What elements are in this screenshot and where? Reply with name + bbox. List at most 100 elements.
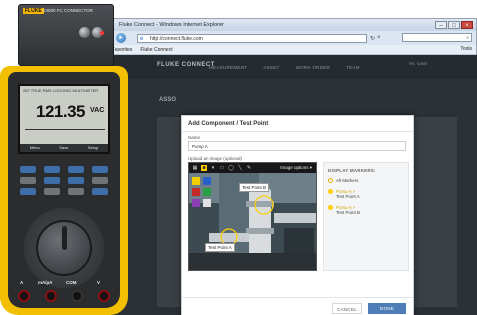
address-actions: ↻ × <box>370 35 381 42</box>
test-point-a-tag[interactable]: Test Point A <box>205 243 235 252</box>
ie-icon: e <box>140 35 144 42</box>
window-titlebar: Fluke Connect - Windows Internet Explore… <box>97 19 476 31</box>
app-logo: FLUKE CONNECT <box>157 62 215 68</box>
nav-team[interactable]: TEAM <box>346 65 360 70</box>
search-icon: ⌕ <box>466 35 469 41</box>
soft-key[interactable] <box>44 166 60 173</box>
display-markers-panel: DISPLAY MARKERS: All Markers Pump A > Tes… <box>323 162 409 271</box>
window-controls: – □ × <box>435 21 473 29</box>
softkey-labels: Menu Save Setup <box>20 144 108 152</box>
function-key[interactable] <box>68 188 84 195</box>
meter-display: 287 TRUE RMS LOGGING MULTIMETER 121.35 V… <box>18 84 110 154</box>
connector-brand: FLUKE <box>23 8 44 14</box>
circle-tool-icon[interactable]: ◯ <box>228 165 234 171</box>
user-menu[interactable]: Hi, User <box>409 61 428 67</box>
image-toolbar: ▦ ■ ▾ □ ◯ ╲ ✎ Image options ▾ <box>189 163 316 173</box>
dialog-title: Add Component / Test Point <box>188 121 269 127</box>
connector-knob-icon <box>79 27 90 38</box>
swatch-yellow[interactable] <box>192 177 200 185</box>
input-jacks <box>18 290 110 302</box>
image-options-dropdown[interactable]: Image options ▾ <box>280 165 312 171</box>
status-led-icon <box>100 31 104 35</box>
jack-label-a: A <box>20 280 24 285</box>
multimeter: FLUKE ir3000 FC CONNECTOR 287 TRUE RMS L… <box>0 0 128 315</box>
app-header: FLUKE CONNECT MEASUREMENT ASSET WORK ORD… <box>97 55 477 79</box>
marker-test-point-a[interactable]: Pump A > Test Point A <box>328 188 404 200</box>
marker-text: Pump A > Test Point A <box>336 189 360 200</box>
function-key[interactable] <box>92 177 108 184</box>
divider <box>182 131 413 132</box>
swatch-purple[interactable] <box>192 199 200 207</box>
marker-label: Test Point A <box>336 194 360 199</box>
window-title: Fluke Connect - Windows Internet Explore… <box>119 22 224 28</box>
cancel-button[interactable]: CANCEL <box>332 303 362 314</box>
soft-key[interactable] <box>68 166 84 173</box>
page-subheading: ASSO <box>159 97 177 103</box>
color-tool-icon[interactable]: ■ <box>201 165 207 171</box>
bargraph <box>25 126 105 130</box>
close-icon[interactable]: × <box>461 21 473 29</box>
marker-dot-icon <box>328 178 333 183</box>
address-bar[interactable]: e http://connect.fluke.com <box>137 33 367 43</box>
swatch-red[interactable] <box>192 188 200 196</box>
marker-all[interactable]: All Markers <box>328 178 404 184</box>
divider <box>182 297 413 298</box>
marker-dot-icon <box>328 204 333 210</box>
soft-key[interactable] <box>92 166 108 173</box>
markers-heading: DISPLAY MARKERS: <box>328 168 376 173</box>
jack-a[interactable] <box>18 290 30 302</box>
grid-tool-icon[interactable]: ▦ <box>192 165 198 171</box>
nav-work-order[interactable]: WORK ORDER <box>296 65 331 70</box>
rectangle-tool-icon[interactable]: □ <box>219 165 225 171</box>
jack-label-v: V <box>97 280 101 285</box>
dropdown-tool-icon[interactable]: ▾ <box>210 165 216 171</box>
rotary-dial[interactable] <box>36 220 92 276</box>
jack-ma[interactable] <box>44 290 57 302</box>
pencil-tool-icon[interactable]: ✎ <box>246 165 252 171</box>
nav-asset[interactable]: ASSET <box>263 65 279 70</box>
soft-key[interactable] <box>20 166 36 173</box>
softkey-label: Setup <box>87 145 99 150</box>
image-editor[interactable]: ▦ ■ ▾ □ ◯ ╲ ✎ Image options ▾ Test Point… <box>188 162 317 271</box>
stop-icon[interactable]: × <box>377 35 381 42</box>
softkey-label: Save <box>59 145 69 150</box>
marker-dot-icon <box>328 188 333 194</box>
swatch-green[interactable] <box>203 188 211 196</box>
add-component-dialog: Add Component / Test Point Name Pump A U… <box>181 115 414 315</box>
display-reading: 121.35 <box>36 102 86 121</box>
page-content: FLUKE CONNECT MEASUREMENT ASSET WORK ORD… <box>97 55 477 315</box>
marker-text: Pump A > Test Point B <box>336 205 360 216</box>
address-url: http://connect.fluke.com <box>150 35 203 42</box>
function-key[interactable] <box>44 188 60 195</box>
app-nav: MEASUREMENT ASSET WORK ORDER TEAM <box>209 65 360 70</box>
jack-label-ma: mA/µA <box>38 280 53 285</box>
composite-image: Fluke Connect - Windows Internet Explore… <box>0 0 477 315</box>
arrow-key[interactable] <box>44 177 60 184</box>
arrow-key[interactable] <box>68 177 84 184</box>
swatch-white[interactable] <box>203 199 211 207</box>
function-key[interactable] <box>20 188 36 195</box>
swatch-blue[interactable] <box>203 177 211 185</box>
display-unit: VAC <box>90 107 105 114</box>
address-row: ◂ ▸ e http://connect.fluke.com ↻ × ⌕ <box>97 31 476 45</box>
function-key[interactable] <box>20 177 36 184</box>
jack-v[interactable] <box>97 290 110 302</box>
minimize-icon[interactable]: – <box>435 21 447 29</box>
test-point-b-tag[interactable]: Test Point B <box>239 183 270 192</box>
marker-label: Test Point B <box>336 210 361 215</box>
browser-tab[interactable]: Fluke Connect <box>140 47 172 53</box>
softkey-label: Menu <box>29 145 40 150</box>
marker-test-point-b[interactable]: Pump A > Test Point B <box>328 204 404 216</box>
connector-model: ir3000 FC CONNECTOR <box>43 8 93 13</box>
display-header: 287 TRUE RMS LOGGING MULTIMETER <box>23 88 99 93</box>
name-input[interactable]: Pump A <box>188 141 406 151</box>
refresh-icon[interactable]: ↻ <box>370 35 375 42</box>
maximize-icon[interactable]: □ <box>448 21 460 29</box>
done-button[interactable]: DONE <box>368 303 406 314</box>
search-box[interactable]: ⌕ <box>402 33 472 42</box>
favorites-bar: ★ Favorites Fluke Connect Tools <box>97 45 476 55</box>
function-key[interactable] <box>92 188 108 195</box>
line-tool-icon[interactable]: ╲ <box>237 165 243 171</box>
jack-com[interactable] <box>71 290 84 302</box>
tools-menu[interactable]: Tools <box>460 46 472 52</box>
